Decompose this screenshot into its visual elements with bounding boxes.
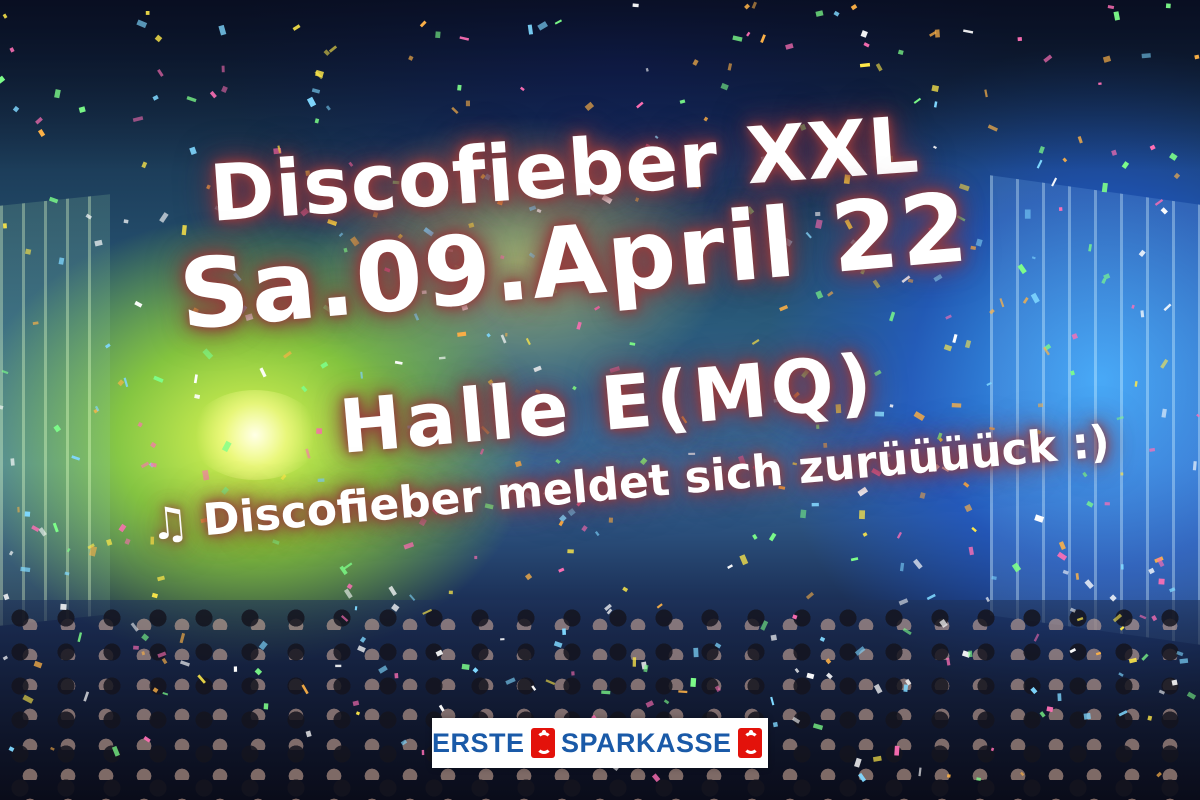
sparkasse-s-logo-icon (530, 728, 555, 758)
sponsor-logo: ERSTE SPARKASSE (432, 718, 768, 768)
sponsor-word-1: ERSTE (432, 727, 525, 758)
event-poster: Discofieber XXL Sa.09.April 22 Halle E(M… (0, 0, 1200, 800)
music-note-icon: ♫ (147, 496, 192, 551)
poster-text: Discofieber XXL Sa.09.April 22 Halle E(M… (0, 0, 1200, 800)
sparkasse-s-logo-icon (737, 728, 762, 758)
sponsor-word-2: SPARKASSE (560, 727, 732, 758)
